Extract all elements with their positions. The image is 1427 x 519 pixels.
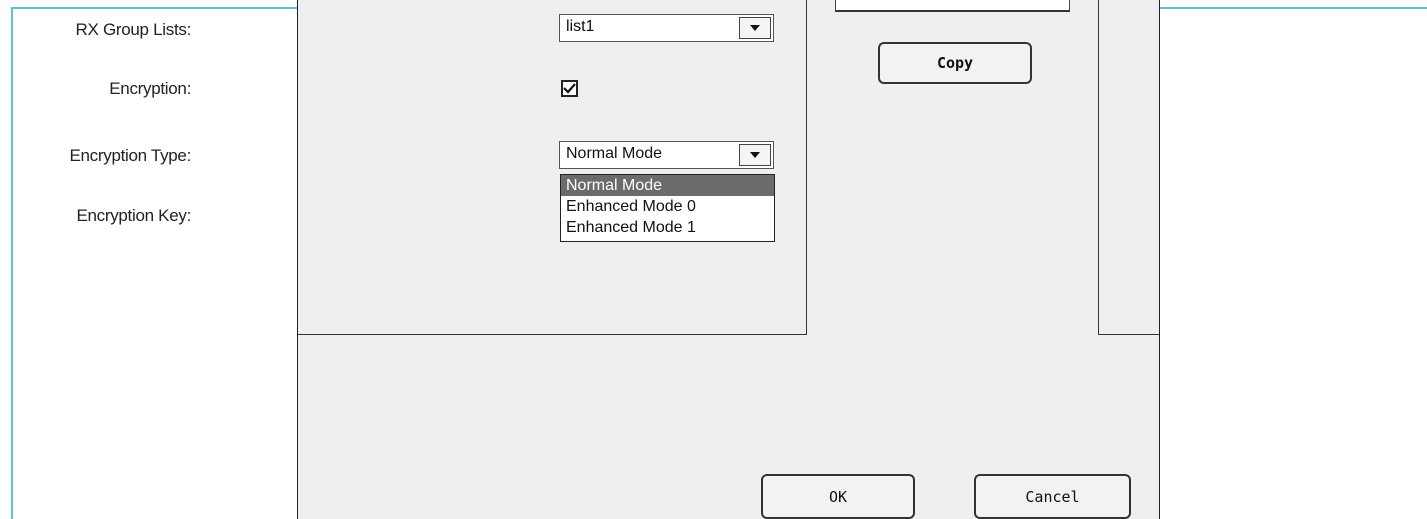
rx-group-lists-select[interactable]: list1 bbox=[559, 14, 774, 42]
encryption-type-options-list: Normal Mode Enhanced Mode 0 Enhanced Mod… bbox=[560, 174, 775, 242]
top-field-edge bbox=[835, 0, 1070, 12]
rx-group-lists-label: RX Group Lists: bbox=[75, 20, 192, 39]
option-enhanced-mode-0[interactable]: Enhanced Mode 0 bbox=[561, 196, 774, 217]
chevron-down-icon bbox=[750, 152, 760, 158]
encryption-type-select[interactable]: Normal Mode bbox=[559, 141, 774, 169]
copy-button[interactable]: Copy bbox=[878, 42, 1032, 84]
frame-left-border bbox=[11, 7, 13, 519]
option-enhanced-mode-1[interactable]: Enhanced Mode 1 bbox=[561, 217, 774, 238]
rx-group-lists-value: list1 bbox=[566, 18, 595, 35]
chevron-down-icon bbox=[750, 25, 760, 31]
ok-button[interactable]: OK bbox=[761, 474, 915, 519]
encryption-type-value: Normal Mode bbox=[566, 145, 663, 162]
right-panel bbox=[1098, 0, 1159, 335]
option-normal-mode[interactable]: Normal Mode bbox=[561, 175, 774, 196]
contact-settings-dialog: RX Group Lists: list1 Encryption: Encryp… bbox=[69, 0, 1160, 519]
cancel-button[interactable]: Cancel bbox=[974, 474, 1131, 519]
encryption-label: Encryption: bbox=[109, 79, 191, 98]
encryption-type-label: Encryption Type: bbox=[69, 146, 191, 165]
encryption-settings-panel: RX Group Lists: list1 Encryption: Encryp… bbox=[69, 0, 807, 335]
encryption-checkbox[interactable] bbox=[561, 80, 578, 97]
check-icon bbox=[563, 83, 576, 94]
encryption-type-dropdown-button[interactable] bbox=[739, 144, 771, 166]
encryption-key-label: Encryption Key: bbox=[76, 206, 191, 225]
rx-group-lists-dropdown-button[interactable] bbox=[739, 17, 771, 39]
